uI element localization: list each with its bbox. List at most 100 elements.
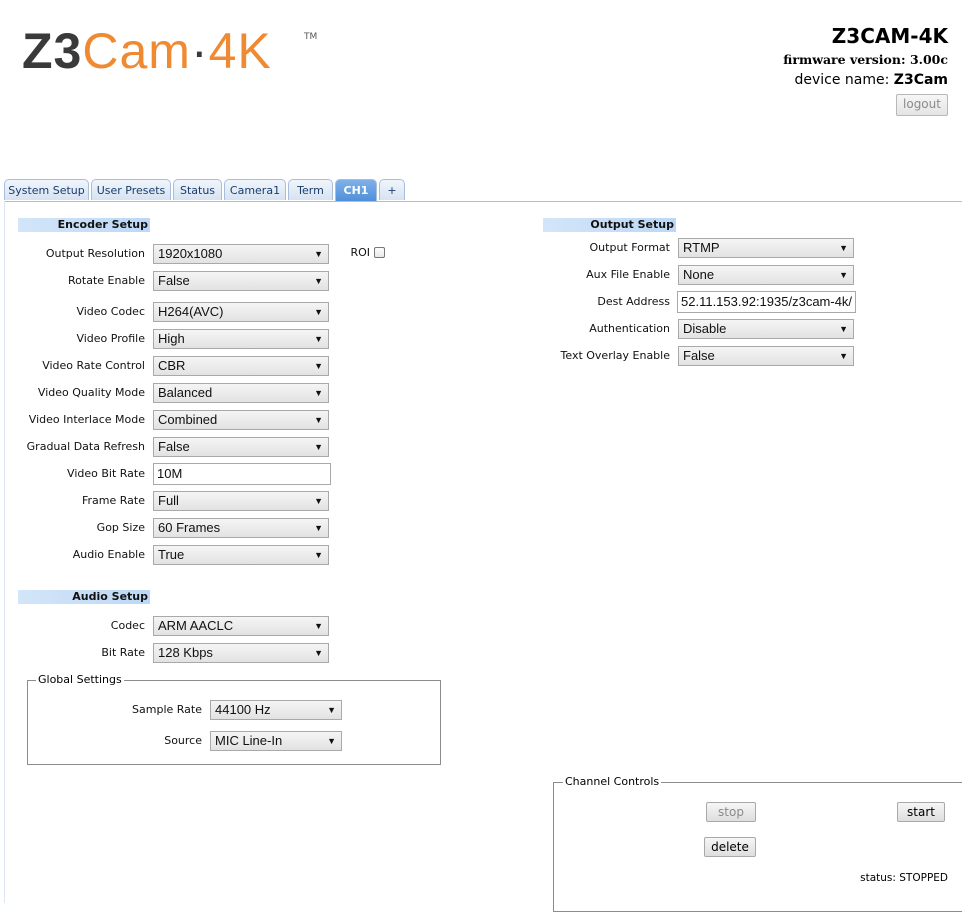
dropdown-arrow-icon: ▼ <box>839 324 848 334</box>
frame-rate-label: Frame Rate <box>82 494 145 507</box>
video-quality-mode-select[interactable]: Balanced ▼ <box>153 383 329 403</box>
device-name: device name: Z3Cam <box>794 72 948 88</box>
video-interlace-mode-select[interactable]: Combined ▼ <box>153 410 329 430</box>
tab-divider <box>4 201 962 202</box>
dropdown-arrow-icon: ▼ <box>314 523 323 533</box>
output-resolution-value: 1920x1080 <box>158 246 223 261</box>
tab-add[interactable]: + <box>379 179 405 200</box>
dropdown-arrow-icon: ▼ <box>314 307 323 317</box>
video-bit-rate-input[interactable]: 10M <box>153 463 331 485</box>
video-profile-label: Video Profile <box>76 332 145 345</box>
frame-rate-select[interactable]: Full ▼ <box>153 491 329 511</box>
dropdown-arrow-icon: ▼ <box>314 388 323 398</box>
dropdown-arrow-icon: ▼ <box>314 276 323 286</box>
dest-address-input[interactable]: 52.11.153.92:1935/z3cam-4k/ <box>677 291 856 313</box>
video-profile-value: High <box>158 331 185 346</box>
video-bit-rate-label: Video Bit Rate <box>67 467 145 480</box>
dropdown-arrow-icon: ▼ <box>314 621 323 631</box>
device-model-title: Z3CAM-4K <box>831 24 948 48</box>
source-value: MIC Line-In <box>215 733 283 748</box>
logout-button[interactable]: logout <box>896 94 948 116</box>
sample-rate-select[interactable]: 44100 Hz ▼ <box>210 700 342 720</box>
gradual-data-refresh-select[interactable]: False ▼ <box>153 437 329 457</box>
video-rate-control-select[interactable]: CBR ▼ <box>153 356 329 376</box>
authentication-label: Authentication <box>589 322 670 335</box>
video-profile-select[interactable]: High ▼ <box>153 329 329 349</box>
video-codec-value: H264(AVC) <box>158 304 224 319</box>
tab-term[interactable]: Term <box>288 179 333 200</box>
sample-rate-value: 44100 Hz <box>215 702 271 717</box>
delete-button[interactable]: delete <box>704 837 756 857</box>
firmware-value: 3.00c <box>909 52 948 67</box>
tab-status[interactable]: Status <box>173 179 222 200</box>
audio-enable-select[interactable]: True ▼ <box>153 545 329 565</box>
dropdown-arrow-icon: ▼ <box>839 270 848 280</box>
sample-rate-label: Sample Rate <box>132 703 202 716</box>
video-rate-control-value: CBR <box>158 358 186 373</box>
output-resolution-select[interactable]: 1920x1080 ▼ <box>153 244 329 264</box>
video-codec-label: Video Codec <box>76 305 145 318</box>
dropdown-arrow-icon: ▼ <box>314 550 323 560</box>
dropdown-arrow-icon: ▼ <box>314 442 323 452</box>
source-label: Source <box>164 734 202 747</box>
gop-size-value: 60 Frames <box>158 520 221 535</box>
tab-user-presets[interactable]: User Presets <box>91 179 171 200</box>
start-button[interactable]: start <box>897 802 945 822</box>
global-settings-fieldset <box>27 680 441 765</box>
logo-text-cam: Cam <box>82 23 191 79</box>
video-rate-control-label: Video Rate Control <box>42 359 145 372</box>
aux-file-enable-select[interactable]: None ▼ <box>678 265 854 285</box>
rotate-enable-select[interactable]: False ▼ <box>153 271 329 291</box>
dropdown-arrow-icon: ▼ <box>327 705 336 715</box>
rotate-enable-label: Rotate Enable <box>68 274 145 287</box>
channel-status: status: STOPPED <box>860 872 948 884</box>
dropdown-arrow-icon: ▼ <box>314 496 323 506</box>
output-format-value: RTMP <box>683 240 720 255</box>
roi-label: ROI <box>350 246 370 259</box>
audio-enable-label: Audio Enable <box>72 548 145 561</box>
firmware-version: firmware version: 3.00c <box>783 52 948 67</box>
video-interlace-mode-label: Video Interlace Mode <box>28 413 145 426</box>
audio-bit-rate-select[interactable]: 128 Kbps ▼ <box>153 643 329 663</box>
audio-bit-rate-value: 128 Kbps <box>158 645 213 660</box>
logo-text-z3: Z3 <box>22 23 83 79</box>
tab-system-setup[interactable]: System Setup <box>4 179 89 200</box>
audio-codec-value: ARM AACLC <box>158 618 234 633</box>
tab-camera1[interactable]: Camera1 <box>224 179 286 200</box>
roi-checkbox[interactable] <box>374 247 385 258</box>
gop-size-select[interactable]: 60 Frames ▼ <box>153 518 329 538</box>
text-overlay-enable-value: False <box>683 348 715 363</box>
audio-enable-value: True <box>158 547 185 562</box>
gradual-data-refresh-label: Gradual Data Refresh <box>26 440 145 453</box>
audio-codec-label: Codec <box>110 619 145 632</box>
gop-size-label: Gop Size <box>96 521 145 534</box>
aux-file-enable-value: None <box>683 267 715 282</box>
z3cam-logo: Z3Cam·4K TM <box>22 26 322 78</box>
dropdown-arrow-icon: ▼ <box>327 736 336 746</box>
authentication-select[interactable]: Disable ▼ <box>678 319 854 339</box>
device-name-value: Z3Cam <box>893 72 948 88</box>
frame-rate-value: Full <box>158 493 179 508</box>
output-format-select[interactable]: RTMP ▼ <box>678 238 854 258</box>
audio-bit-rate-label: Bit Rate <box>101 646 145 659</box>
channel-controls-legend: Channel Controls <box>563 775 662 788</box>
video-codec-select[interactable]: H264(AVC) ▼ <box>153 302 329 322</box>
logo-text-4k: 4K <box>208 23 272 79</box>
firmware-label: firmware version: <box>783 52 906 67</box>
output-resolution-label: Output Resolution <box>45 247 145 260</box>
dropdown-arrow-icon: ▼ <box>314 415 323 425</box>
logo-trademark: TM <box>304 32 318 42</box>
source-select[interactable]: MIC Line-In ▼ <box>210 731 342 751</box>
audio-codec-select[interactable]: ARM AACLC ▼ <box>153 616 329 636</box>
text-overlay-enable-select[interactable]: False ▼ <box>678 346 854 366</box>
device-name-label: device name: <box>794 72 890 88</box>
video-interlace-mode-value: Combined <box>158 412 218 427</box>
output-format-label: Output Format <box>589 241 670 254</box>
gradual-data-refresh-value: False <box>158 439 190 454</box>
stop-button[interactable]: stop <box>706 802 756 822</box>
video-quality-mode-value: Balanced <box>158 385 213 400</box>
dest-address-label: Dest Address <box>597 295 670 308</box>
tab-ch1[interactable]: CH1 <box>335 179 377 202</box>
rotate-enable-value: False <box>158 273 190 288</box>
output-setup-heading: Output Setup <box>543 218 676 232</box>
